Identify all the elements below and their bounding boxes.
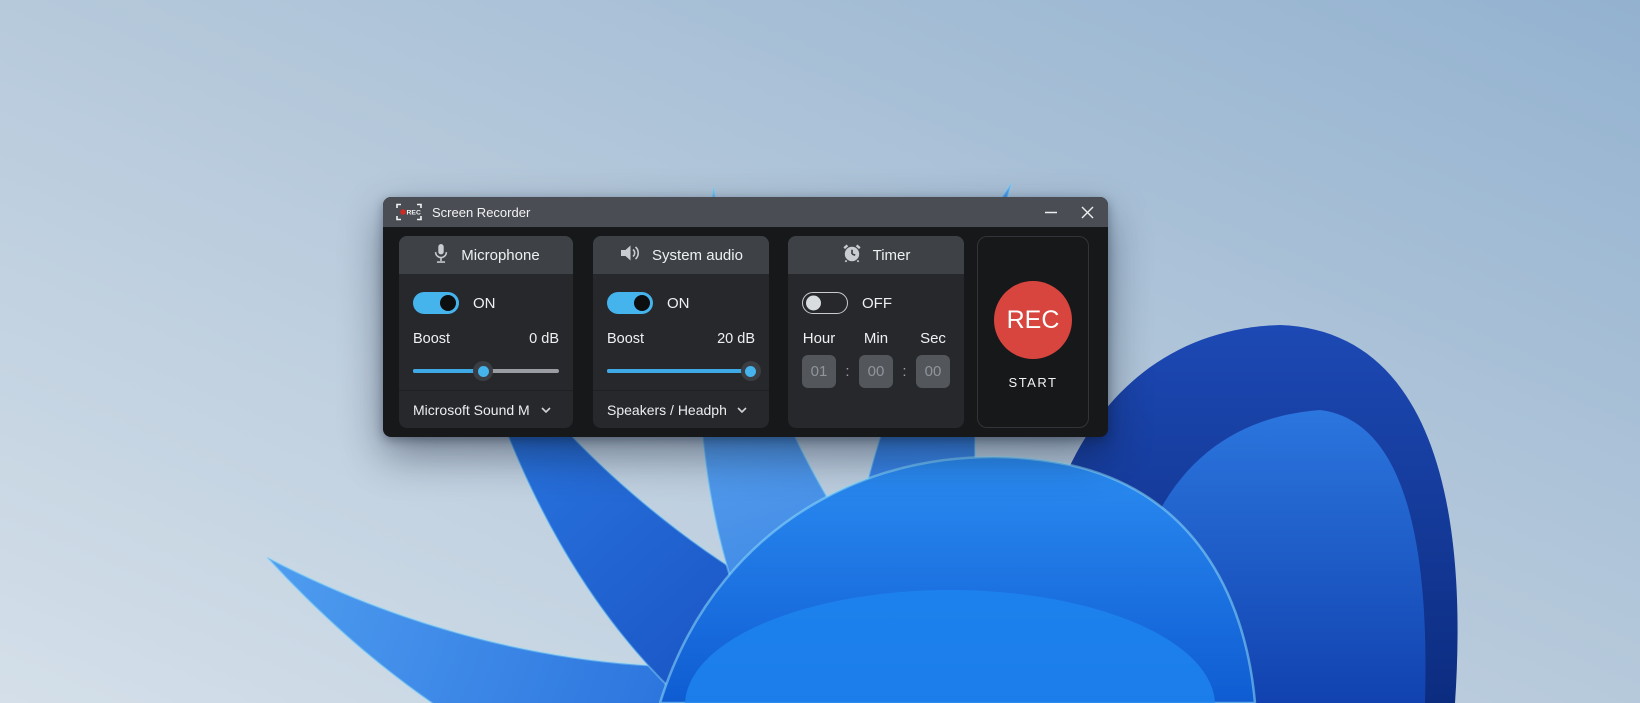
speaker-icon (619, 243, 641, 267)
window-title: Screen Recorder (432, 204, 531, 220)
microphone-boost-slider[interactable] (413, 361, 559, 381)
minimize-button[interactable] (1032, 197, 1069, 227)
screen-recorder-window: REC Screen Recorder Microphone ON Boost … (383, 197, 1108, 437)
timer-min-label: Min (863, 330, 889, 347)
timer-sec-label: Sec (920, 330, 946, 347)
microphone-toggle-knob (440, 295, 456, 311)
microphone-panel-header: Microphone (399, 236, 573, 274)
microphone-boost-value: 0 dB (529, 331, 559, 347)
microphone-boost-label: Boost (413, 331, 451, 347)
timer-panel-header: Timer (788, 236, 964, 274)
chevron-down-icon (541, 406, 551, 413)
close-button[interactable] (1069, 197, 1106, 227)
system-audio-slider-thumb[interactable] (740, 361, 761, 381)
system-audio-device-select[interactable]: Speakers / Headph (593, 390, 769, 428)
microphone-toggle-state: ON (473, 294, 496, 312)
microphone-toggle[interactable] (413, 292, 459, 314)
system-audio-panel-header: System audio (593, 236, 769, 274)
timer-fields: Hour Min Sec : : (802, 330, 950, 388)
microphone-icon (432, 242, 450, 269)
timer-toggle[interactable] (802, 292, 848, 314)
timer-panel-title: Timer (872, 246, 911, 264)
system-audio-panel: System audio ON Boost 20 dB Speakers / H… (593, 236, 769, 428)
app-rec-logo-icon: REC (396, 203, 422, 221)
svg-text:REC: REC (407, 210, 421, 217)
timer-toggle-knob (806, 295, 821, 311)
microphone-slider-thumb[interactable] (473, 361, 494, 381)
system-audio-boost-value: 20 dB (717, 331, 755, 347)
system-audio-boost-slider[interactable] (607, 361, 761, 381)
system-audio-panel-title: System audio (652, 246, 743, 264)
record-button-label: REC (1006, 305, 1060, 334)
timer-colon: : (902, 363, 907, 380)
timer-sec-input[interactable] (916, 355, 950, 388)
system-audio-toggle[interactable] (607, 292, 653, 314)
slider-track (607, 369, 755, 373)
timer-hour-input[interactable] (802, 355, 836, 388)
microphone-device-value: Microsoft Sound M (413, 401, 530, 418)
timer-colon: : (845, 363, 850, 380)
record-button[interactable]: REC (994, 281, 1072, 359)
microphone-panel: Microphone ON Boost 0 dB Microsoft Sound… (399, 236, 573, 428)
microphone-device-select[interactable]: Microsoft Sound M (399, 390, 573, 428)
alarm-clock-icon (842, 243, 862, 267)
titlebar[interactable]: REC Screen Recorder (383, 197, 1108, 227)
microphone-panel-title: Microphone (461, 246, 540, 264)
timer-min-input[interactable] (859, 355, 893, 388)
desktop: REC Screen Recorder Microphone ON Boost … (0, 0, 1640, 703)
system-audio-toggle-state: ON (667, 294, 690, 312)
system-audio-boost-label: Boost (607, 331, 645, 347)
timer-panel: Timer OFF Hour Min Sec : : (788, 236, 964, 428)
record-panel: REC START (977, 236, 1089, 428)
slider-fill (607, 369, 751, 373)
timer-toggle-state: OFF (862, 294, 892, 312)
window-controls (1032, 197, 1106, 227)
system-audio-device-value: Speakers / Headph (607, 401, 727, 418)
system-audio-toggle-knob (634, 295, 650, 311)
timer-hour-label: Hour (802, 330, 836, 347)
start-caption: START (1008, 375, 1058, 390)
chevron-down-icon (737, 406, 747, 413)
